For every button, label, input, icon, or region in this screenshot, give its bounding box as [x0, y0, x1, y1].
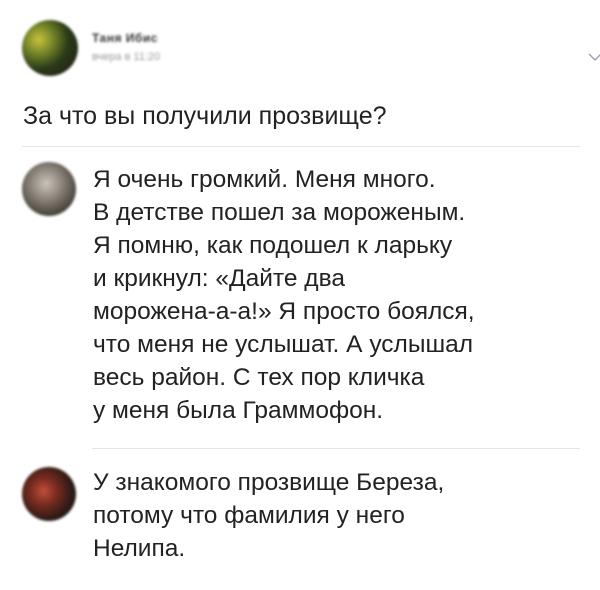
author-name[interactable]: Таня Ибис	[92, 31, 158, 45]
comment-text: У знакомого прозвище Береза, потому что …	[93, 466, 444, 565]
comment-line: и крикнул: «Дайте два	[93, 265, 345, 292]
comment-line: весь район. С тех пор кличка	[93, 364, 425, 391]
divider	[92, 448, 580, 449]
post-header: Таня Ибис вчера в 11:20	[22, 20, 600, 80]
divider	[22, 146, 580, 147]
commenter-avatar[interactable]	[22, 162, 76, 216]
comment-line: В детстве пошел за мороженым.	[93, 199, 466, 226]
comment-line: что меня не услышат. А услышал	[93, 331, 474, 358]
comment-line: морожена-а-а!» Я просто боялся,	[93, 298, 475, 325]
post-date[interactable]: вчера в 11:20	[92, 51, 160, 63]
author-avatar[interactable]	[22, 20, 78, 76]
comment-text: Я очень громкий. Меня много. В детстве п…	[93, 163, 475, 427]
chevron-down-icon[interactable]	[588, 52, 600, 62]
comment-line: потому что фамилия у него	[93, 502, 405, 529]
commenter-avatar[interactable]	[22, 467, 76, 521]
comment-line: Нелипа.	[93, 535, 186, 562]
comment-line: У знакомого прозвище Береза,	[93, 469, 445, 496]
comment-line: Я помню, как подошел к ларьку	[93, 232, 453, 259]
comment-line: у меня была Граммофон.	[93, 397, 384, 424]
post-question: За что вы получили прозвище?	[23, 102, 387, 130]
comment-line: Я очень громкий. Меня много.	[93, 166, 436, 193]
